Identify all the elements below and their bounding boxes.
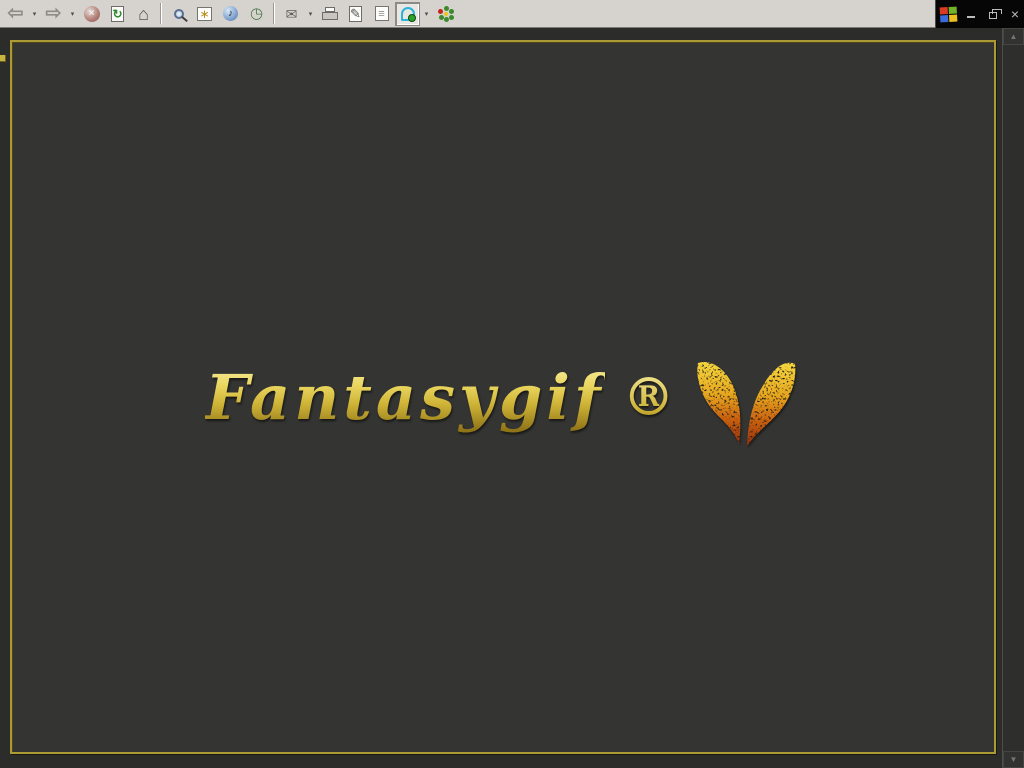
restore-icon	[989, 9, 1002, 19]
browser-window: ⇦ ▾ ⇨ ▾ × ↻ ⌂ ∗ ♪ ◷ ✉ ▾ ✎ ≡ ▾ × Fantasyg…	[0, 0, 1024, 768]
back-button[interactable]: ⇦	[3, 2, 28, 26]
close-button[interactable]: ×	[1007, 6, 1023, 22]
discuss-icon: ≡	[374, 6, 389, 21]
stop-button[interactable]: ×	[79, 2, 104, 26]
scroll-up-button[interactable]: ▲	[1003, 28, 1024, 45]
scroll-down-icon: ▼	[1009, 755, 1018, 764]
chevron-down-icon: ▾	[70, 10, 75, 18]
refresh-button[interactable]: ↻	[105, 2, 130, 26]
discuss-button[interactable]: ≡	[369, 2, 394, 26]
site-logo: Fantasygif ®	[205, 350, 800, 446]
print-button[interactable]	[317, 2, 342, 26]
stop-icon: ×	[83, 5, 100, 22]
search-button[interactable]	[166, 2, 191, 26]
home-button[interactable]: ⌂	[131, 2, 156, 26]
browser-toolbar: ⇦ ▾ ⇨ ▾ × ↻ ⌂ ∗ ♪ ◷ ✉ ▾ ✎ ≡ ▾	[0, 0, 935, 28]
forward-dropdown-button[interactable]: ▾	[67, 2, 78, 26]
toolbar-separator	[273, 3, 275, 24]
edit-button[interactable]: ✎	[343, 2, 368, 26]
media-button[interactable]: ♪	[218, 2, 243, 26]
chevron-down-icon: ▾	[32, 10, 37, 18]
scroll-down-button[interactable]: ▼	[1003, 751, 1024, 768]
registered-trademark-symbol: ®	[622, 366, 675, 428]
edit-icon: ✎	[349, 5, 362, 22]
scroll-up-icon: ▲	[1009, 32, 1018, 41]
chevron-down-icon: ▾	[308, 10, 313, 18]
minimize-icon	[967, 16, 975, 18]
history-button[interactable]: ◷	[244, 2, 269, 26]
refresh-icon: ↻	[111, 5, 124, 22]
media-icon: ♪	[223, 6, 238, 21]
favorites-button[interactable]: ∗	[192, 2, 217, 26]
forward-icon: ⇨	[45, 3, 62, 24]
restore-button[interactable]	[985, 6, 1002, 22]
forward-button[interactable]: ⇨	[41, 2, 66, 26]
butterfly-image	[696, 361, 795, 446]
page-border-frame: Fantasygif ®	[10, 40, 996, 754]
titlebar-right: ×	[935, 0, 1024, 28]
search-icon	[173, 8, 184, 19]
favorites-icon: ∗	[197, 6, 212, 21]
chevron-down-icon: ▾	[424, 10, 429, 18]
history-icon: ◷	[249, 5, 264, 22]
back-dropdown-button[interactable]: ▾	[29, 2, 40, 26]
windows-logo-icon	[939, 6, 958, 22]
print-icon	[321, 7, 338, 20]
icq-flower-icon	[437, 5, 454, 22]
page-content: Fantasygif ®	[0, 28, 1002, 768]
messenger-icon	[400, 6, 416, 22]
vertical-scrollbar[interactable]: ▲ ▼	[1002, 28, 1024, 768]
toolbar-separator	[160, 3, 162, 24]
icq-button[interactable]	[433, 2, 458, 26]
close-icon: ×	[1010, 6, 1020, 22]
minimize-button[interactable]	[963, 6, 979, 22]
gold-corner-decoration	[0, 55, 6, 62]
home-icon: ⌂	[138, 3, 149, 24]
mail-icon: ✉	[285, 5, 298, 22]
back-icon: ⇦	[7, 3, 24, 24]
mail-dropdown-button[interactable]: ▾	[305, 2, 316, 26]
logo-text: Fantasygif	[205, 360, 605, 434]
messenger-dropdown-button[interactable]: ▾	[421, 2, 432, 26]
messenger-button[interactable]	[395, 1, 420, 26]
mail-button[interactable]: ✉	[279, 2, 304, 26]
